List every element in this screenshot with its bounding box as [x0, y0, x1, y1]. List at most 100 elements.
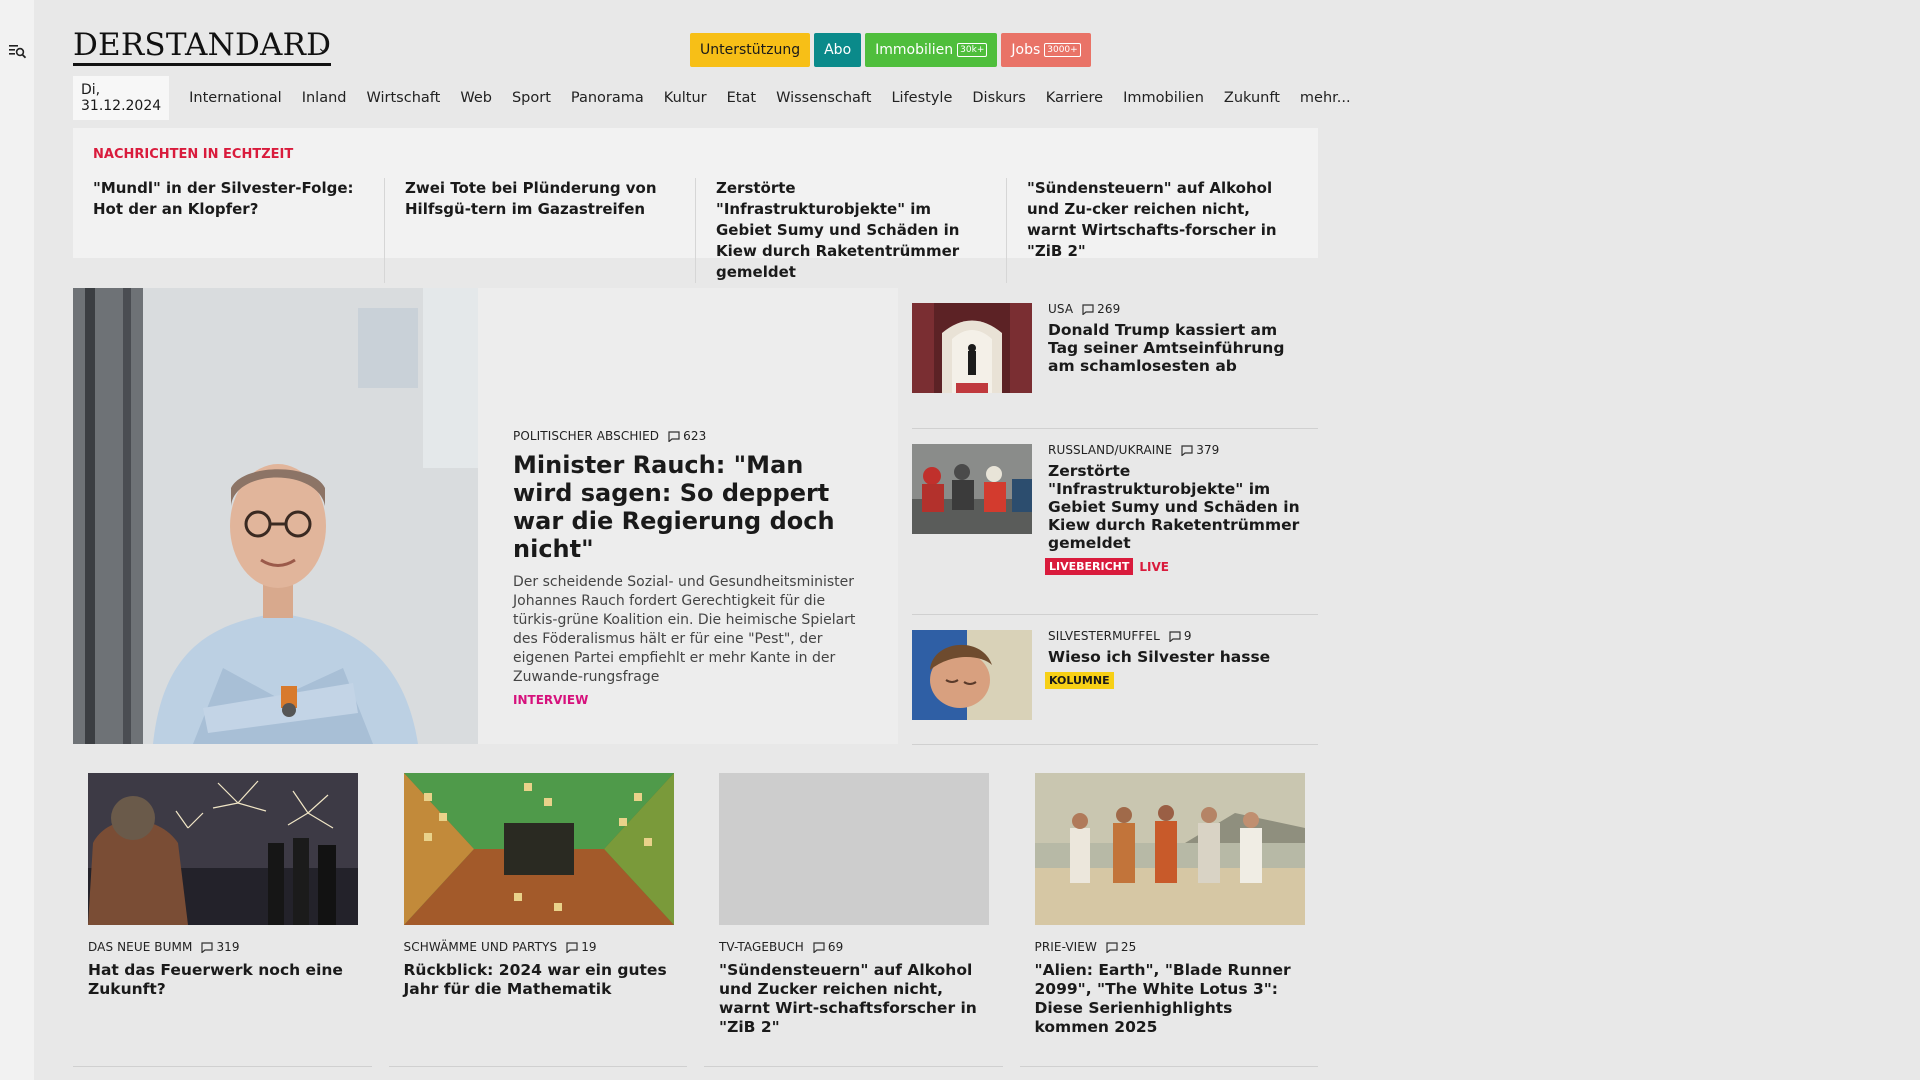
card-comment-count[interactable]: 19: [566, 940, 597, 954]
article-card[interactable]: Prie-View 25 "Alien: Earth", "Blade Runne…: [1019, 773, 1318, 1067]
nav-item-zukunft[interactable]: Zukunft: [1224, 90, 1280, 106]
hero-comments-value: 623: [683, 429, 707, 443]
nav-item-karriere[interactable]: Karriere: [1046, 90, 1103, 106]
side-comments-value: 9: [1183, 629, 1192, 643]
article-card[interactable]: Das neue Bumm 319 Hat das Feuerwerk noch …: [73, 773, 372, 1067]
card-title[interactable]: "Sündensteuern" auf Alkohol und Zucker r…: [719, 961, 989, 1037]
card-text: TV-Tagebuch 69 "Sündensteuern" auf Alkoho…: [719, 940, 989, 1037]
abo-button[interactable]: Abo: [814, 33, 862, 67]
card-title[interactable]: Rückblick: 2024 war ein gutes Jahr für d…: [404, 961, 674, 999]
header-buttons: Unterstützung Abo Immobilien 30k+ Jobs 300…: [690, 33, 1091, 67]
speech-bubble-icon: [1082, 303, 1094, 315]
card-image-placeholder[interactable]: [719, 773, 989, 925]
immobilien-badge: 30k+: [957, 43, 988, 57]
article-cards: Das neue Bumm 319 Hat das Feuerwerk noch …: [73, 773, 1318, 1067]
article-card[interactable]: TV-Tagebuch 69 "Sündensteuern" auf Alkoho…: [704, 773, 1003, 1067]
side-title[interactable]: Donald Trump kassiert am Tag seiner Amts…: [1048, 321, 1308, 375]
live-ticker-item[interactable]: Zerstörte "Infrastrukturobjekte" im Gebi…: [695, 178, 1006, 283]
card-title[interactable]: "Alien: Earth", "Blade Runner 2099", "Th…: [1035, 961, 1305, 1037]
card-comment-count[interactable]: 25: [1106, 940, 1136, 954]
side-text: Silvestermuffel 9 Wieso ich Silvester has…: [1045, 629, 1308, 689]
side-article[interactable]: USA 269 Donald Trump kassiert am Tag sein…: [912, 288, 1318, 429]
speech-bubble-icon: [668, 430, 680, 442]
side-tags: Livebericht Live: [1045, 558, 1308, 575]
card-kicker: Schwämme und Partys 19: [404, 940, 674, 954]
side-article[interactable]: Silvestermuffel 9 Wieso ich Silvester has…: [912, 615, 1318, 745]
side-title[interactable]: Wieso ich Silvester hasse: [1048, 648, 1308, 666]
card-image[interactable]: [88, 773, 358, 925]
article-card[interactable]: Schwämme und Partys 19 Rückblick: 2024 wa…: [388, 773, 687, 1067]
nav-item-wissenschaft[interactable]: Wissenschaft: [776, 90, 871, 106]
hero-tag: Interview: [513, 693, 589, 707]
card-comment-count[interactable]: 69: [813, 940, 843, 954]
nav-item-etat[interactable]: Etat: [727, 90, 756, 106]
nav-item-kultur[interactable]: Kultur: [664, 90, 707, 106]
card-kicker-label: Prie-View: [1034, 940, 1097, 954]
side-title[interactable]: Zerstörte "Infrastrukturobjekte" im Gebi…: [1048, 462, 1308, 552]
card-text: Das neue Bumm 319 Hat das Feuerwerk noch …: [88, 940, 358, 999]
side-comment-count[interactable]: 269: [1082, 302, 1120, 316]
nav-item-immobilien[interactable]: Immobilien: [1123, 90, 1204, 106]
hero-title[interactable]: Minister Rauch: "Man wird sagen: So depp…: [513, 451, 868, 563]
side-article[interactable]: Russland/Ukraine 379 Zerstörte "Infrastru…: [912, 429, 1318, 615]
side-kicker: USA 269: [1048, 302, 1308, 316]
nav-item-international[interactable]: International: [189, 90, 282, 106]
immobilien-label: Immobilien: [875, 42, 954, 58]
side-thumbnail[interactable]: [912, 444, 1032, 534]
nav-item-wirtschaft[interactable]: Wirtschaft: [366, 90, 440, 106]
side-comment-count[interactable]: 9: [1169, 629, 1192, 643]
nav-item-diskurs[interactable]: Diskurs: [972, 90, 1025, 106]
side-comment-count[interactable]: 379: [1181, 443, 1219, 457]
card-comment-count[interactable]: 319: [201, 940, 240, 954]
speech-bubble-icon: [201, 941, 214, 953]
nav-item-mehr[interactable]: mehr...: [1300, 90, 1351, 106]
nav-item-web[interactable]: Web: [460, 90, 492, 106]
live-ticker-item[interactable]: "Mundl" in der Silvester-Folge: Hot der …: [93, 178, 384, 283]
side-kicker-label: Russland/Ukraine: [1048, 443, 1173, 457]
side-tags: Kolumne: [1045, 672, 1308, 689]
chevron-down-icon[interactable]: ⌄: [317, 40, 329, 56]
card-comments-value: 319: [216, 940, 240, 954]
jobs-button[interactable]: Jobs 3000+: [1001, 33, 1091, 67]
live-ticker-items: "Mundl" in der Silvester-Folge: Hot der …: [93, 178, 1317, 283]
card-kicker: TV-Tagebuch 69: [719, 940, 989, 954]
speech-bubble-icon: [813, 941, 825, 953]
hero-article[interactable]: Politischer Abschied 623 Minister Rauch:…: [73, 288, 898, 744]
menu-search-icon[interactable]: [9, 43, 27, 59]
hero-comment-count[interactable]: 623: [668, 429, 706, 443]
card-image[interactable]: [403, 773, 674, 925]
hero-image[interactable]: [73, 288, 478, 744]
side-kicker-label: Silvestermuffel: [1048, 629, 1160, 643]
nav-item-sport[interactable]: Sport: [512, 90, 551, 106]
card-kicker-label: Das neue Bumm: [88, 940, 193, 954]
immobilien-button[interactable]: Immobilien 30k+: [865, 33, 998, 67]
left-rail: [0, 0, 34, 1080]
site-logo[interactable]: DERSTANDARD: [73, 30, 332, 66]
nav-item-lifestyle[interactable]: Lifestyle: [891, 90, 952, 106]
live-ticker-item[interactable]: Zwei Tote bei Plünderung von Hilfsgü-ter…: [384, 178, 695, 283]
live-tag: Live: [1139, 559, 1169, 574]
card-text: Prie-View 25 "Alien: Earth", "Blade Runne…: [1035, 940, 1305, 1037]
card-kicker: Prie-View 25: [1035, 940, 1305, 954]
live-ticker: NACHRICHTEN IN ECHTZEIT "Mundl" in der S…: [73, 128, 1318, 283]
side-list: USA 269 Donald Trump kassiert am Tag sein…: [912, 288, 1318, 745]
jobs-badge: 3000+: [1044, 43, 1081, 57]
card-comments-value: 69: [827, 940, 844, 954]
card-text: Schwämme und Partys 19 Rückblick: 2024 wa…: [404, 940, 674, 999]
side-thumbnail[interactable]: [912, 630, 1032, 720]
hero-lead: Der scheidende Sozial- und Gesundheitsmi…: [513, 574, 856, 685]
support-button[interactable]: Unterstützung: [690, 33, 811, 67]
card-kicker: Das neue Bumm 319: [88, 940, 358, 954]
nav-item-inland[interactable]: Inland: [302, 90, 347, 106]
side-comments-value: 269: [1097, 302, 1121, 316]
side-text: USA 269 Donald Trump kassiert am Tag sein…: [1048, 302, 1308, 375]
side-thumbnail[interactable]: [912, 303, 1032, 393]
speech-bubble-icon: [1169, 630, 1181, 642]
hero-kicker-label: Politischer Abschied: [513, 429, 660, 443]
hero-text: Politischer Abschied 623 Minister Rauch:…: [513, 429, 868, 707]
card-title[interactable]: Hat das Feuerwerk noch eine Zukunft?: [88, 961, 358, 999]
card-kicker-label: Schwämme und Partys: [403, 940, 558, 954]
live-ticker-item[interactable]: "Sündensteuern" auf Alkohol und Zu-cker …: [1006, 178, 1317, 283]
card-image[interactable]: [1034, 773, 1305, 925]
nav-item-panorama[interactable]: Panorama: [571, 90, 644, 106]
